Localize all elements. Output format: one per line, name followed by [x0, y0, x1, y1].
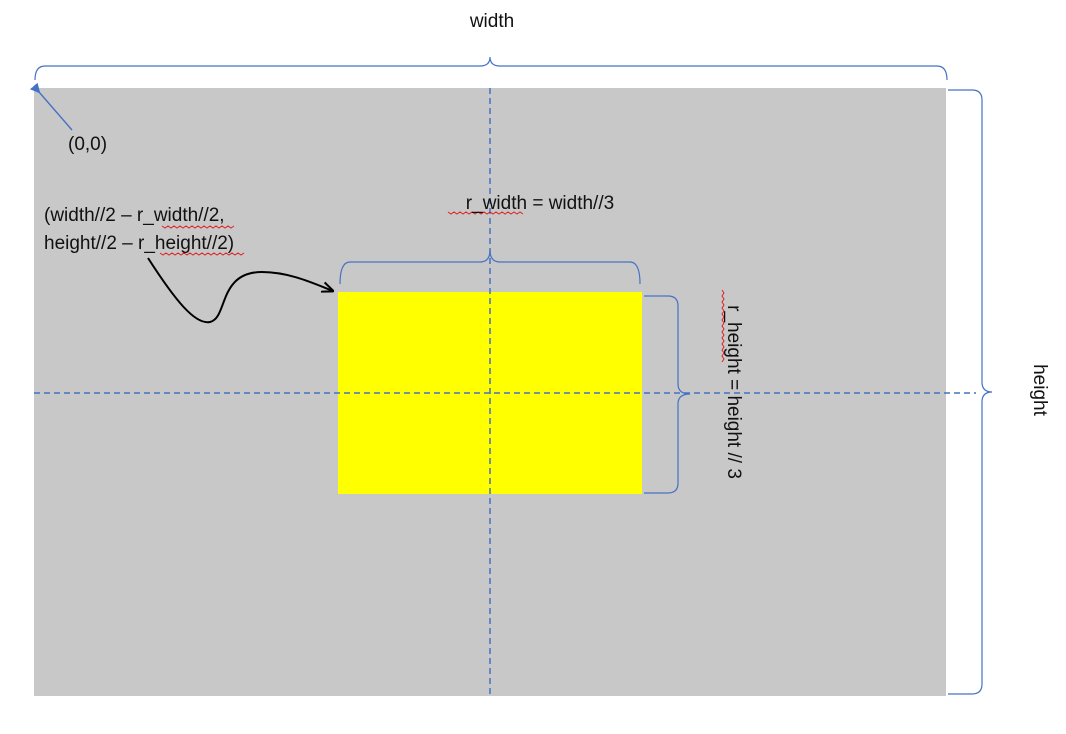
- corner-formula-line-1: (width//2 – r_width//2,: [44, 205, 225, 226]
- corner-formula-line-2: height//2 – r_height//2): [44, 233, 234, 254]
- height-label: height: [1029, 364, 1050, 416]
- r-height-label: r_height = height // 3: [723, 305, 744, 479]
- r-width-label: r_width = width//3: [466, 193, 614, 214]
- diagram: width (0,0) (width//2 – r_width//2, heig…: [29, 11, 1050, 696]
- origin-label: (0,0): [68, 134, 107, 155]
- width-label: width: [469, 11, 514, 32]
- width-bracket: [34, 56, 948, 81]
- height-bracket: [948, 89, 993, 695]
